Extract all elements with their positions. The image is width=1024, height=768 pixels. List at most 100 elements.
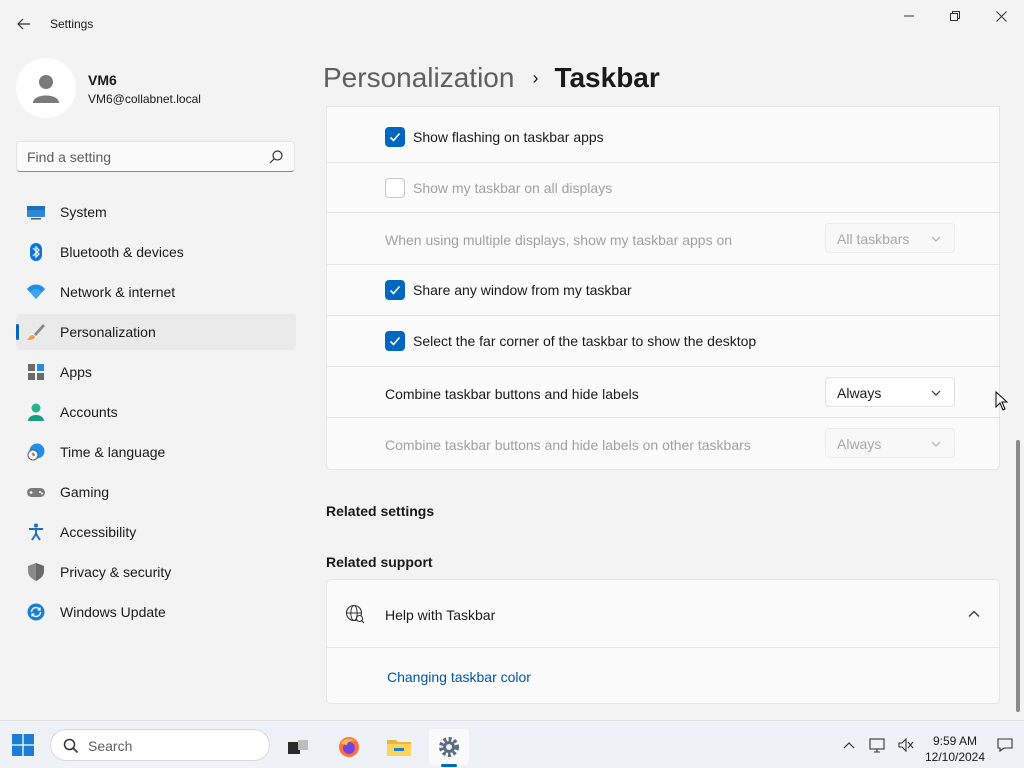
search-input[interactable]	[27, 149, 257, 165]
accessibility-icon	[29, 523, 43, 541]
sidebar-item-time-language[interactable]: Time & language	[16, 434, 296, 470]
sidebar-item-system[interactable]: System	[16, 194, 296, 230]
checkmark-icon	[389, 336, 401, 346]
breadcrumb-parent[interactable]: Personalization	[323, 62, 514, 94]
setting-row-combine-buttons: Combine taskbar buttons and hide labels …	[326, 367, 1000, 418]
taskbar-search-label: Search	[88, 738, 133, 754]
settings-app[interactable]	[429, 729, 469, 767]
system-clock[interactable]: 9:59 AM 12/10/2024	[920, 733, 990, 765]
far-corner-checkbox[interactable]	[385, 331, 405, 351]
firefox-app[interactable]	[329, 729, 369, 765]
minimize-button[interactable]	[886, 0, 932, 32]
minimize-icon	[904, 15, 914, 17]
sidebar-item-bluetooth[interactable]: Bluetooth & devices	[16, 234, 296, 270]
task-view-button[interactable]	[278, 729, 318, 765]
sidebar-item-label: Accessibility	[60, 524, 137, 540]
sidebar-item-label: Network & internet	[60, 284, 176, 300]
combine-other-label: Combine taskbar buttons and hide labels …	[385, 437, 751, 453]
person-icon	[33, 75, 59, 103]
sidebar-item-accounts[interactable]: Accounts	[16, 394, 296, 430]
file-explorer-app[interactable]	[379, 729, 419, 765]
avatar	[16, 58, 76, 118]
clock-date: 12/10/2024	[924, 750, 986, 764]
wifi-icon	[27, 284, 45, 299]
restore-button[interactable]	[932, 0, 978, 32]
sidebar-item-personalization[interactable]: Personalization	[16, 314, 296, 350]
combine-buttons-dropdown[interactable]: Always	[825, 377, 955, 407]
brush-icon	[27, 324, 45, 340]
sidebar-item-network[interactable]: Network & internet	[16, 274, 296, 310]
sidebar-item-apps[interactable]: Apps	[16, 354, 296, 390]
sidebar-item-label: Bluetooth & devices	[60, 244, 184, 260]
taskbar: Search 9:59 AM 12/10/2024	[0, 720, 1024, 768]
sidebar-item-windows-update[interactable]: Windows Update	[16, 594, 296, 630]
multi-display-apps-dropdown[interactable]: All taskbars	[825, 223, 955, 253]
app-title: Settings	[50, 17, 94, 31]
firefox-icon	[339, 737, 359, 757]
show-all-displays-checkbox[interactable]	[385, 178, 405, 198]
chevron-right-icon: ›	[532, 67, 539, 88]
sidebar-item-label: Personalization	[60, 324, 156, 340]
windows-start-icon[interactable]	[12, 734, 34, 756]
folder-icon	[387, 740, 411, 756]
help-with-taskbar-header[interactable]: Help with Taskbar	[327, 580, 999, 648]
chevron-down-icon	[931, 441, 941, 447]
checkmark-icon	[389, 285, 401, 295]
chevron-up-icon[interactable]	[840, 737, 858, 753]
network-icon[interactable]	[868, 737, 886, 753]
chevron-down-icon	[931, 390, 941, 396]
chevron-up-icon[interactable]	[967, 607, 981, 621]
setting-row-far-corner: Select the far corner of the taskbar to …	[326, 316, 1000, 367]
sidebar-nav: System Bluetooth & devices Network & int…	[16, 194, 296, 634]
sidebar-item-gaming[interactable]: Gaming	[16, 474, 296, 510]
dropdown-value: Always	[837, 385, 882, 401]
show-flashing-label: Show flashing on taskbar apps	[413, 129, 604, 145]
system-icon	[27, 206, 45, 220]
close-icon	[995, 10, 1007, 22]
mouse-cursor-icon	[995, 391, 1009, 411]
sidebar-item-privacy-security[interactable]: Privacy & security	[16, 554, 296, 590]
show-all-displays-label: Show my taskbar on all displays	[413, 180, 613, 196]
update-icon	[27, 603, 45, 621]
related-settings-heading: Related settings	[326, 503, 435, 519]
help-with-taskbar-card: Help with Taskbar Changing taskbar color	[326, 579, 1000, 704]
sidebar-item-label: Privacy & security	[60, 564, 172, 580]
back-button[interactable]	[10, 10, 38, 38]
breadcrumb: Personalization › Taskbar	[323, 58, 660, 98]
notification-icon[interactable]	[996, 737, 1014, 753]
clock-time: 9:59 AM	[932, 734, 978, 748]
title-bar: Settings	[0, 0, 1024, 48]
taskbar-behaviors-group: Show flashing on taskbar apps Show my ta…	[326, 106, 1000, 470]
show-flashing-checkbox[interactable]	[385, 127, 405, 147]
share-window-checkbox[interactable]	[385, 280, 405, 300]
shield-icon	[28, 563, 44, 581]
chevron-down-icon	[931, 236, 941, 242]
combine-buttons-label: Combine taskbar buttons and hide labels	[385, 386, 639, 402]
find-setting-search[interactable]	[16, 141, 295, 172]
scrollbar[interactable]	[1016, 440, 1020, 712]
sidebar-item-label: Gaming	[60, 484, 110, 500]
accounts-icon	[28, 403, 44, 421]
clock-globe-icon	[27, 443, 45, 461]
sidebar-item-accessibility[interactable]: Accessibility	[16, 514, 296, 550]
setting-row-combine-other: Combine taskbar buttons and hide labels …	[326, 418, 1000, 470]
help-title: Help with Taskbar	[385, 607, 496, 623]
taskbar-search[interactable]: Search	[50, 729, 270, 761]
volume-muted-icon[interactable]	[897, 737, 915, 753]
close-button[interactable]	[978, 0, 1024, 32]
bluetooth-icon	[30, 243, 42, 261]
restore-icon	[950, 11, 960, 21]
combine-other-dropdown[interactable]: Always	[825, 428, 955, 458]
task-view-icon	[288, 740, 308, 754]
sidebar-item-label: System	[60, 204, 107, 220]
setting-row-multi-display-apps: When using multiple displays, show my ta…	[326, 213, 1000, 265]
multi-display-apps-label: When using multiple displays, show my ta…	[385, 232, 733, 248]
share-window-label: Share any window from my taskbar	[413, 282, 632, 298]
gear-icon	[439, 737, 459, 757]
user-profile[interactable]: VM6 VM6@collabnet.local	[16, 58, 296, 118]
dropdown-value: All taskbars	[837, 231, 910, 247]
setting-row-show-all-displays: Show my taskbar on all displays	[326, 163, 1000, 213]
globe-search-icon	[345, 604, 365, 624]
changing-taskbar-color-link[interactable]: Changing taskbar color	[387, 669, 531, 685]
sidebar-item-label: Apps	[60, 364, 92, 380]
